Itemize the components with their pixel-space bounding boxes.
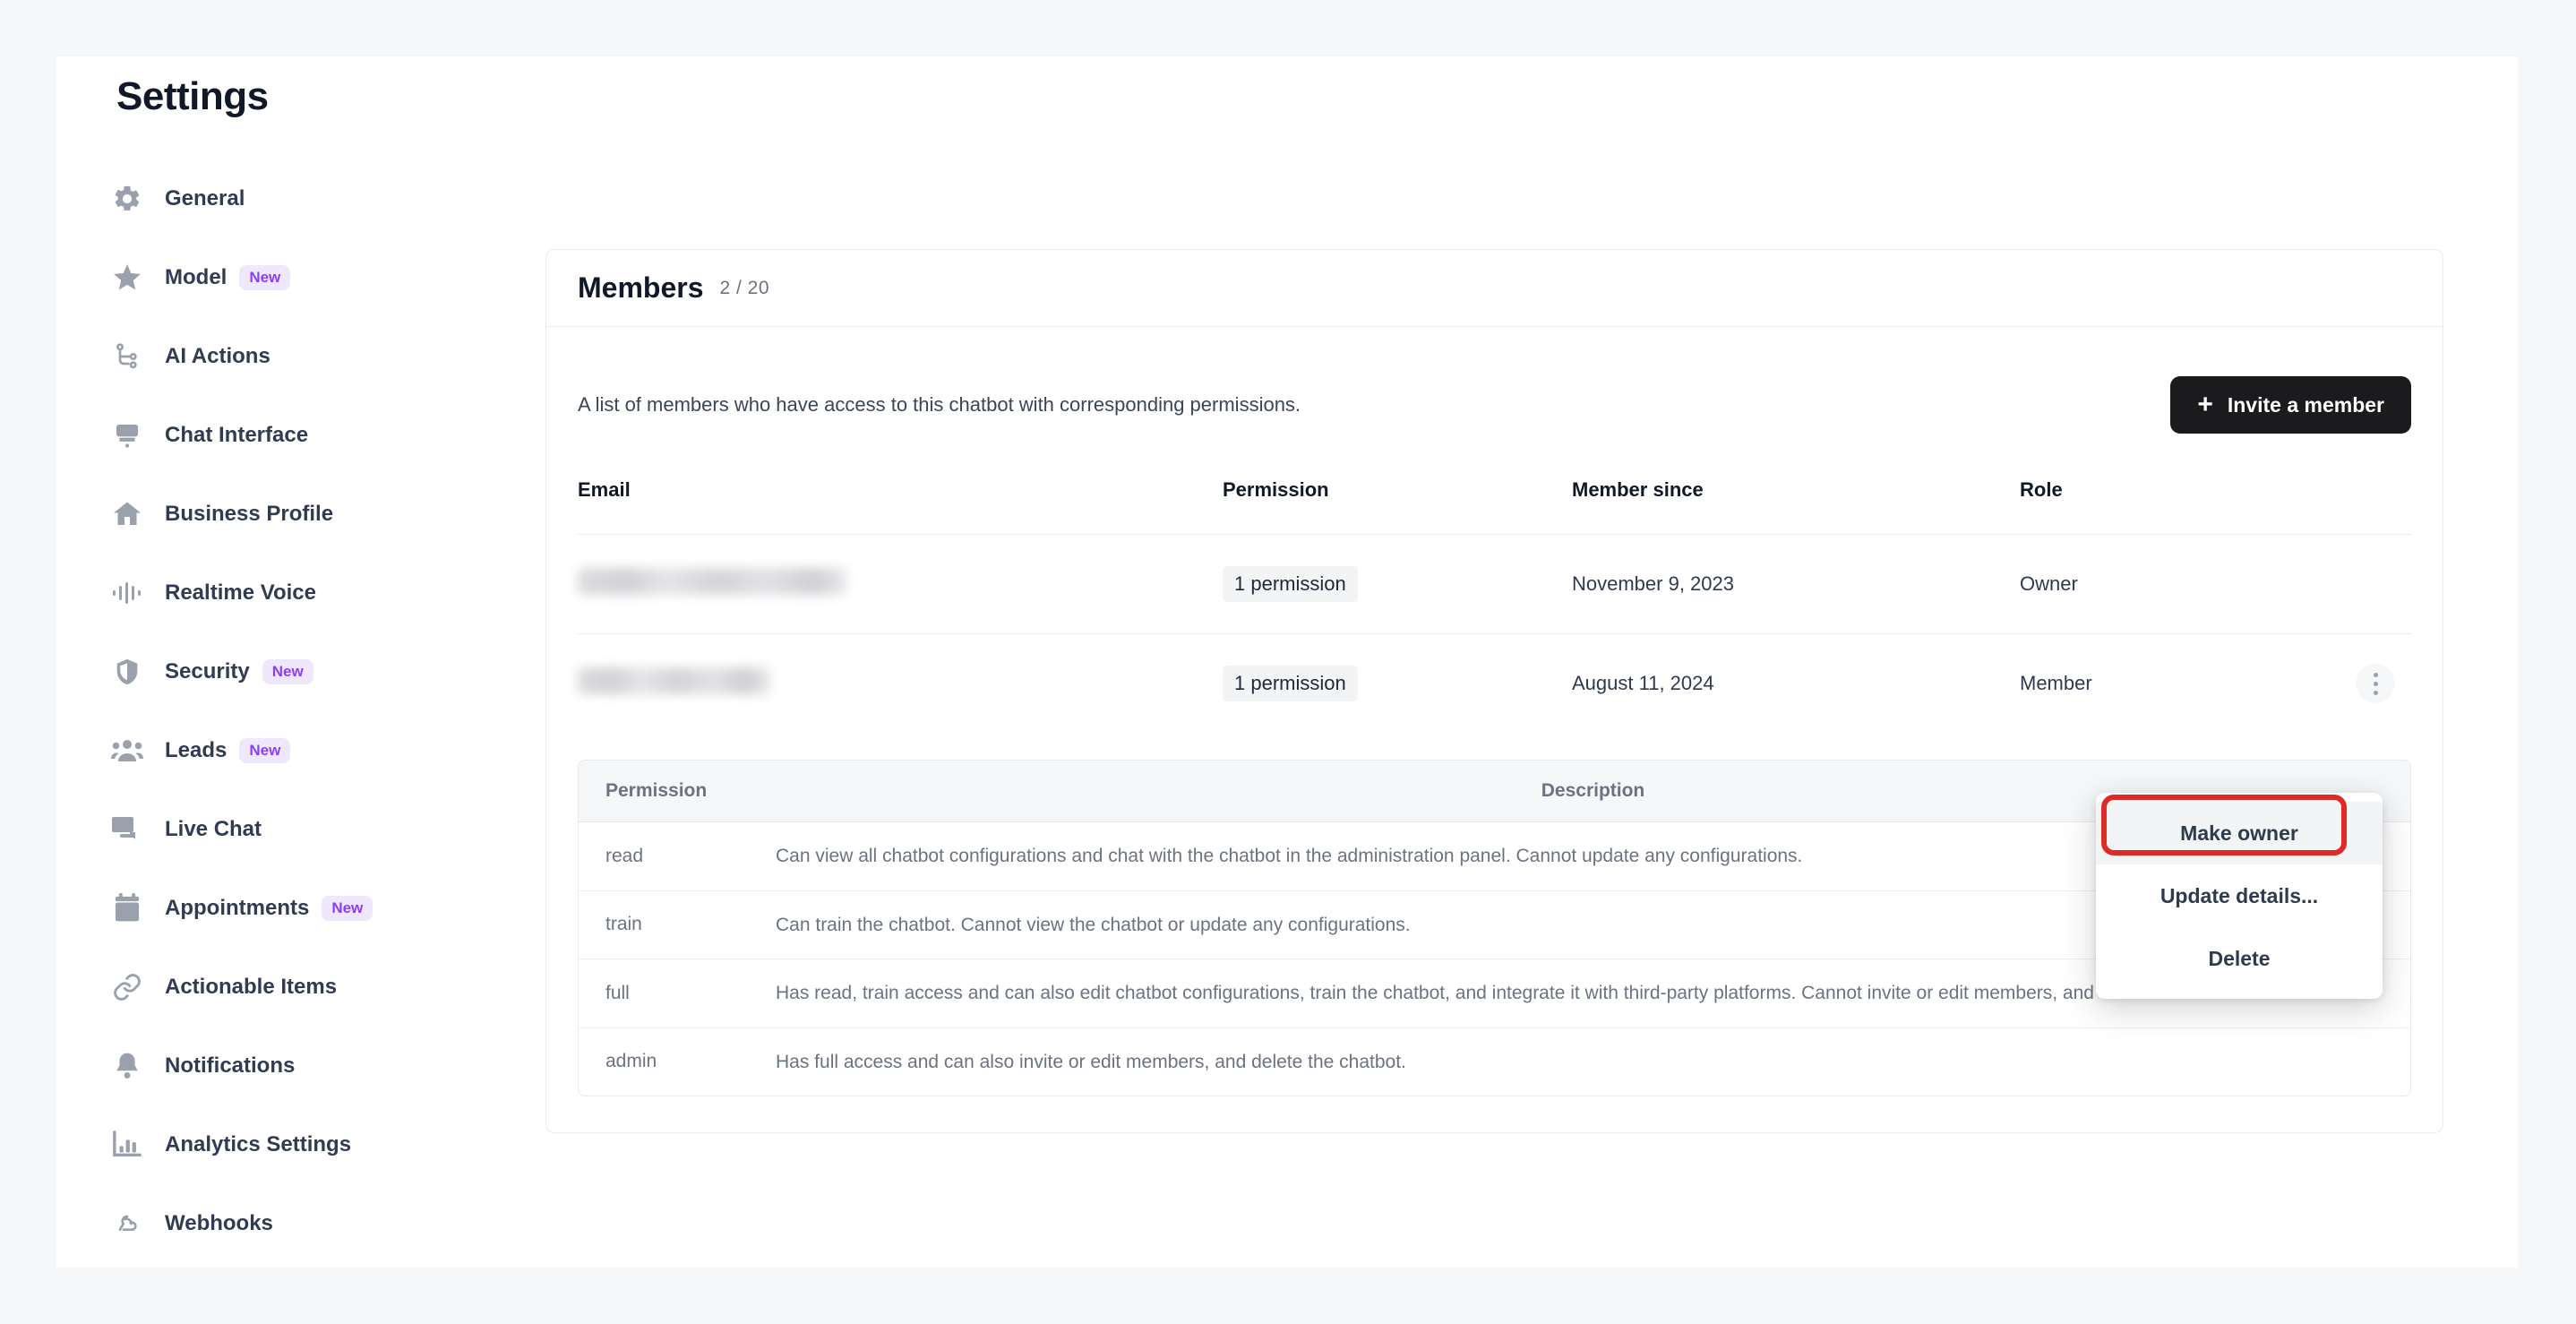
members-table: Email Permission Member since Role 1 per… (578, 478, 2411, 733)
sidebar-badge-new: New (239, 738, 291, 763)
chat-bubbles-icon (107, 810, 147, 849)
settings-page: Settings General Model New AI Actions Ch… (56, 56, 2518, 1268)
sidebar-item-label: Appointments (165, 896, 310, 920)
kebab-dot (2373, 681, 2378, 686)
members-card: Members 2 / 20 A list of members who hav… (545, 249, 2443, 1133)
permission-name: train (579, 890, 776, 959)
table-row: 1 permission August 11, 2024 Member (578, 633, 2411, 733)
sidebar-item-label: Webhooks (165, 1211, 273, 1235)
kebab-dot (2373, 672, 2378, 677)
sidebar-item-actionable-items[interactable]: Actionable Items (107, 966, 493, 1009)
sidebar-item-live-chat[interactable]: Live Chat (107, 808, 493, 851)
webhook-icon (107, 1204, 147, 1243)
waveform-icon (107, 573, 147, 613)
sidebar-badge-new: New (239, 265, 291, 290)
sidebar-item-label: Model (165, 265, 228, 289)
member-email-cell (578, 633, 1223, 733)
sidebar-item-label: Analytics Settings (165, 1132, 352, 1156)
column-header-role: Role (2020, 478, 2063, 501)
menu-item-make-owner[interactable]: Make owner (2096, 802, 2383, 864)
home-icon (107, 494, 147, 534)
bell-icon (107, 1046, 147, 1086)
kebab-dot (2373, 690, 2378, 695)
permissions-column-header-permission: Permission (579, 761, 776, 822)
members-description-row: A list of members who have access to thi… (578, 327, 2411, 478)
calendar-icon (107, 889, 147, 928)
sidebar-item-model[interactable]: Model New (107, 256, 493, 299)
members-card-body: A list of members who have access to thi… (546, 327, 2443, 1132)
permission-chip: 1 permission (1223, 566, 1358, 602)
sidebar-item-label: Leads (165, 738, 228, 762)
shield-icon (107, 652, 147, 692)
sidebar-item-notifications[interactable]: Notifications (107, 1045, 493, 1088)
member-role-cell: Member (2020, 633, 2411, 733)
members-title: Members (578, 271, 704, 304)
menu-item-delete[interactable]: Delete (2096, 927, 2383, 990)
sidebar-item-analytics-settings[interactable]: Analytics Settings (107, 1123, 493, 1166)
column-header-member-since: Member since (1572, 478, 1704, 501)
plus-icon: + (2197, 390, 2213, 419)
page-title: Settings (116, 74, 269, 118)
member-role-value: Owner (2020, 572, 2078, 595)
people-icon (107, 731, 147, 770)
permission-name: admin (605, 1051, 657, 1072)
sidebar-badge-new: New (262, 659, 313, 684)
permission-chip: 1 permission (1223, 666, 1358, 701)
sidebar-item-label: AI Actions (165, 344, 270, 368)
members-count: 2 / 20 (719, 277, 770, 298)
sidebar-item-label: Security (165, 659, 250, 683)
gear-icon (107, 179, 147, 219)
member-role-value: Member (2020, 672, 2092, 694)
star-icon (107, 258, 147, 297)
member-role-cell: Owner (2020, 534, 2411, 634)
sidebar-item-webhooks[interactable]: Webhooks (107, 1202, 493, 1245)
sidebar-item-general[interactable]: General (107, 177, 493, 220)
member-since-cell: August 11, 2024 (1572, 633, 2020, 733)
permission-name: read (579, 821, 776, 891)
permission-description: Has full access and can also invite or e… (776, 1051, 1406, 1072)
column-header-permission: Permission (1223, 478, 1329, 501)
member-permission-cell: 1 permission (1223, 633, 1572, 733)
sidebar-item-security[interactable]: Security New (107, 650, 493, 693)
sidebar-item-label: Chat Interface (165, 423, 309, 447)
table-row: admin Has full access and can also invit… (579, 1027, 2410, 1096)
table-row: 1 permission November 9, 2023 Owner (578, 534, 2411, 634)
settings-sidebar: General Model New AI Actions Chat Interf… (107, 177, 493, 1268)
invite-button-label: Invite a member (2227, 392, 2384, 417)
member-permission-cell: 1 permission (1223, 534, 1572, 634)
column-header-email: Email (578, 478, 631, 501)
sidebar-item-label: Actionable Items (165, 975, 338, 999)
menu-item-update-details[interactable]: Update details... (2096, 864, 2383, 927)
sidebar-item-label: Business Profile (165, 502, 334, 526)
members-description: A list of members who have access to thi… (578, 393, 1301, 416)
members-card-header: Members 2 / 20 (546, 250, 2443, 327)
sidebar-badge-new: New (322, 896, 374, 921)
permission-name: full (579, 959, 776, 1028)
member-since-cell: November 9, 2023 (1572, 534, 2020, 634)
redacted-email (578, 667, 770, 694)
sidebar-item-label: Notifications (165, 1053, 296, 1078)
sidebar-item-label: Live Chat (165, 817, 262, 841)
row-actions-kebab-icon[interactable] (2356, 664, 2395, 703)
bar-chart-icon (107, 1125, 147, 1165)
sidebar-item-label: General (165, 186, 245, 211)
invite-a-member-button[interactable]: + Invite a member (2170, 376, 2411, 434)
sidebar-item-realtime-voice[interactable]: Realtime Voice (107, 572, 493, 615)
sidebar-item-leads[interactable]: Leads New (107, 729, 493, 772)
sidebar-item-chat-interface[interactable]: Chat Interface (107, 414, 493, 457)
workflow-icon (107, 337, 147, 376)
link-icon (107, 967, 147, 1007)
sidebar-item-label: Realtime Voice (165, 580, 316, 605)
sidebar-item-business-profile[interactable]: Business Profile (107, 493, 493, 536)
redacted-email (578, 568, 846, 595)
row-actions-dropdown-menu: Make owner Update details... Delete (2096, 793, 2383, 999)
member-email-cell (578, 534, 1223, 634)
sidebar-item-ai-actions[interactable]: AI Actions (107, 335, 493, 378)
paintbrush-icon (107, 416, 147, 455)
members-table-header-row: Email Permission Member since Role (578, 478, 2411, 535)
sidebar-item-appointments[interactable]: Appointments New (107, 887, 493, 930)
